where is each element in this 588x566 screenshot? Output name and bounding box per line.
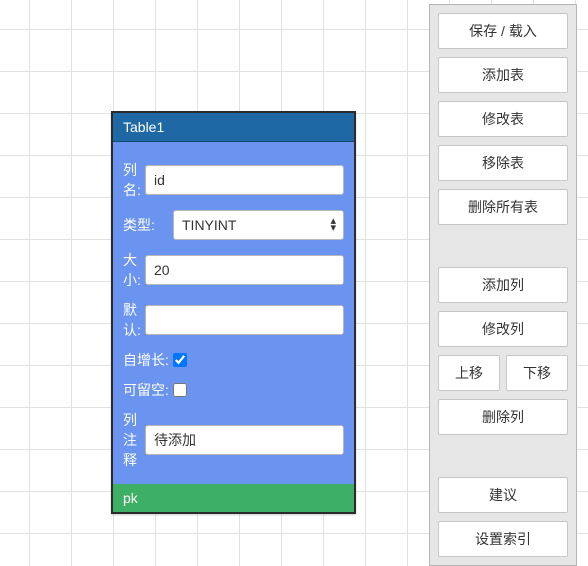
nullable-checkbox[interactable] bbox=[173, 383, 187, 397]
column-form: 列名: 类型: TINYINT ▴▾ 大小: 默认: 自增长: 可留空: bbox=[113, 142, 354, 484]
add-col-button[interactable]: 添加列 bbox=[438, 267, 568, 303]
type-select[interactable]: TINYINT bbox=[173, 210, 344, 240]
default-input[interactable] bbox=[145, 305, 344, 335]
table-title[interactable]: Table1 bbox=[113, 113, 354, 142]
table-footer[interactable]: pk bbox=[113, 484, 354, 512]
set-index-button[interactable]: 设置索引 bbox=[438, 521, 568, 557]
size-input[interactable] bbox=[145, 255, 344, 285]
add-table-button[interactable]: 添加表 bbox=[438, 57, 568, 93]
remark-label: 列注释 bbox=[123, 410, 145, 470]
nullable-label: 可留空: bbox=[123, 380, 173, 400]
save-load-button[interactable]: 保存 / 载入 bbox=[438, 13, 568, 49]
remove-table-button[interactable]: 移除表 bbox=[438, 145, 568, 181]
type-label: 类型: bbox=[123, 215, 173, 235]
move-down-button[interactable]: 下移 bbox=[506, 355, 568, 391]
side-panel: 保存 / 载入 添加表 修改表 移除表 删除所有表 添加列 修改列 上移 下移 … bbox=[429, 4, 577, 566]
col-name-label: 列名: bbox=[123, 160, 145, 200]
delete-col-button[interactable]: 删除列 bbox=[438, 399, 568, 435]
col-name-input[interactable] bbox=[145, 165, 344, 195]
edit-table-button[interactable]: 修改表 bbox=[438, 101, 568, 137]
delete-all-tables-button[interactable]: 删除所有表 bbox=[438, 189, 568, 225]
size-label: 大小: bbox=[123, 250, 145, 290]
edit-col-button[interactable]: 修改列 bbox=[438, 311, 568, 347]
autoincr-label: 自增长: bbox=[123, 350, 173, 370]
autoincr-checkbox[interactable] bbox=[173, 353, 187, 367]
table-card[interactable]: Table1 列名: 类型: TINYINT ▴▾ 大小: 默认: 自增长: bbox=[111, 111, 356, 514]
default-label: 默认: bbox=[123, 300, 145, 340]
remark-input[interactable] bbox=[145, 425, 344, 455]
move-up-button[interactable]: 上移 bbox=[438, 355, 500, 391]
suggest-button[interactable]: 建议 bbox=[438, 477, 568, 513]
